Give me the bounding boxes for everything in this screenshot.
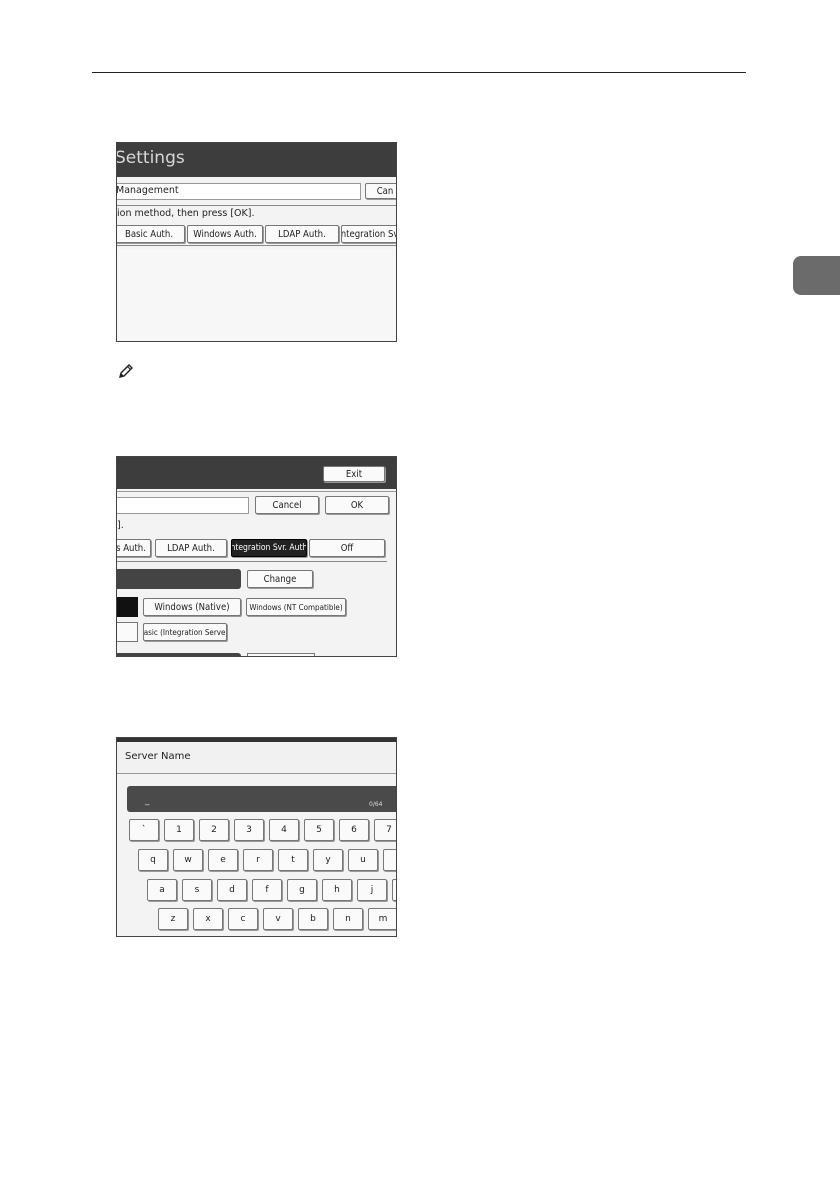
ldap-auth-button[interactable]: LDAP Auth.: [155, 539, 227, 557]
key-t[interactable]: t: [278, 849, 308, 871]
screenshot-server-name-keyboard: Server Name _ 0/64 ` 1 2 3 4 5 6 7 q w e…: [116, 737, 397, 937]
display-bar: [117, 653, 241, 656]
screenshot-integration-server-auth: Exit Cancel OK ]. s Auth. LDAP Auth. Int…: [116, 456, 397, 657]
key-b[interactable]: b: [298, 908, 328, 930]
change-button[interactable]: Change: [247, 570, 313, 588]
cancel-button[interactable]: Can: [365, 183, 396, 199]
chapter-thumb-tab: [793, 256, 840, 295]
key-e[interactable]: e: [208, 849, 238, 871]
screenshot-authentication-settings: Settings Management Can ion method, then…: [116, 142, 397, 342]
header-rule: [92, 72, 746, 73]
key-s[interactable]: s: [182, 879, 212, 901]
pencil-icon: [119, 364, 133, 378]
integration-svr-button[interactable]: Integration Svr.: [341, 225, 396, 243]
off-button[interactable]: Off: [309, 539, 385, 557]
key-u[interactable]: u: [348, 849, 378, 871]
name-field: [117, 497, 249, 514]
key-d[interactable]: d: [217, 879, 247, 901]
windows-auth-button[interactable]: s Auth.: [117, 539, 151, 557]
key-i[interactable]: [383, 849, 396, 871]
key-4[interactable]: 4: [269, 819, 299, 841]
key-7[interactable]: 7: [374, 819, 396, 841]
text-cursor: _: [145, 796, 150, 806]
key-q[interactable]: q: [138, 849, 168, 871]
key-z[interactable]: z: [158, 908, 188, 930]
integration-svr-auth-button[interactable]: Integration Svr. Auth.: [231, 539, 307, 557]
basic-auth-button[interactable]: Basic Auth.: [117, 225, 185, 243]
ldap-auth-button[interactable]: LDAP Auth.: [265, 225, 339, 243]
key-k[interactable]: [392, 879, 396, 901]
empty-panel: [117, 249, 396, 341]
key-j[interactable]: j: [357, 879, 387, 901]
key-v[interactable]: v: [263, 908, 293, 930]
key-g[interactable]: g: [287, 879, 317, 901]
key-y[interactable]: y: [313, 849, 343, 871]
management-field: Management: [116, 183, 361, 200]
key-c[interactable]: c: [228, 908, 258, 930]
key-backtick[interactable]: `: [129, 819, 159, 841]
key-2[interactable]: 2: [199, 819, 229, 841]
key-a[interactable]: a: [147, 879, 177, 901]
divider: [117, 245, 396, 246]
character-counter: 0/64: [369, 801, 383, 808]
text-entry-display: [127, 786, 396, 812]
server-name-title: Server Name: [125, 751, 191, 762]
windows-auth-button[interactable]: Windows Auth.: [187, 225, 263, 243]
key-n[interactable]: n: [333, 908, 363, 930]
title-bar: Settings: [117, 143, 396, 177]
key-5[interactable]: 5: [304, 819, 334, 841]
windows-nt-compatible-button[interactable]: Windows (NT Compatible): [246, 598, 346, 616]
partial-button[interactable]: [247, 653, 315, 656]
divider: [117, 491, 396, 492]
ok-button[interactable]: OK: [325, 496, 389, 514]
instruction-text: ].: [117, 520, 124, 531]
screen-title: Settings: [116, 148, 185, 168]
instruction-text: ion method, then press [OK].: [117, 208, 255, 219]
top-bar: [117, 738, 396, 742]
type-button[interactable]: [117, 622, 138, 642]
key-6[interactable]: 6: [339, 819, 369, 841]
divider: [117, 561, 387, 562]
windows-native-button[interactable]: Windows (Native): [143, 598, 241, 616]
key-f[interactable]: f: [252, 879, 282, 901]
key-r[interactable]: r: [243, 849, 273, 871]
key-x[interactable]: x: [193, 908, 223, 930]
key-1[interactable]: 1: [164, 819, 194, 841]
key-w[interactable]: w: [173, 849, 203, 871]
key-3[interactable]: 3: [234, 819, 264, 841]
basic-integration-server-button[interactable]: Basic (Integration Server): [143, 623, 227, 641]
server-name-display: [117, 569, 241, 589]
divider: [117, 205, 396, 206]
selected-type-button[interactable]: [117, 597, 138, 617]
exit-button[interactable]: Exit: [323, 466, 385, 482]
key-m[interactable]: m: [368, 908, 396, 930]
management-label: Management: [116, 185, 179, 196]
key-h[interactable]: h: [322, 879, 352, 901]
cancel-button[interactable]: Cancel: [255, 496, 319, 514]
